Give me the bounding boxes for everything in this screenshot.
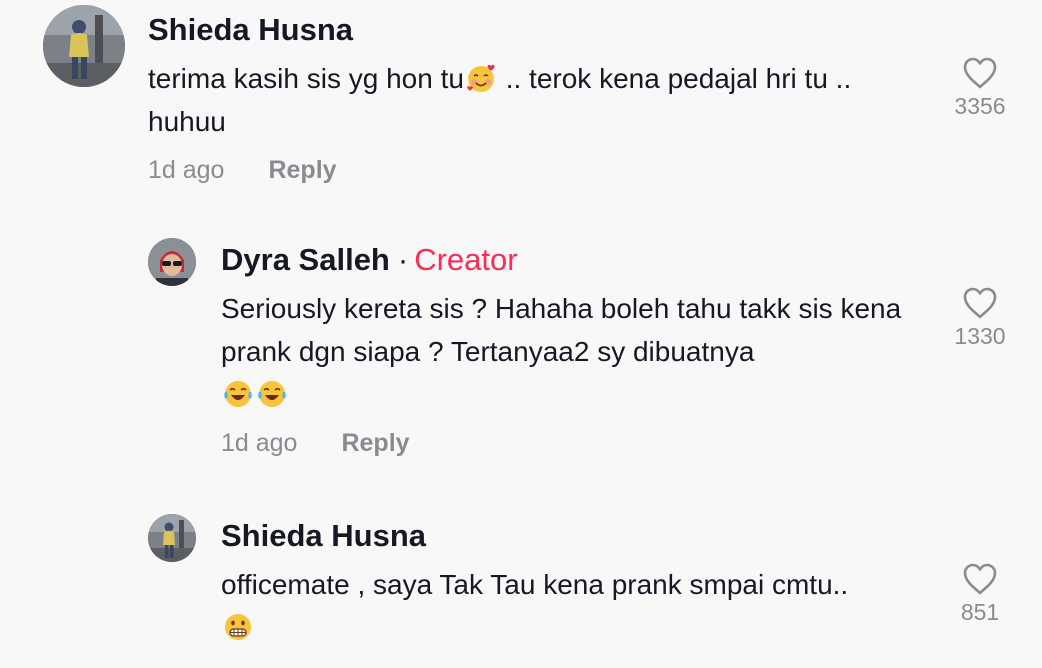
comment-text: officemate , saya Tak Tau kena prank smp… bbox=[221, 563, 931, 649]
creator-username[interactable]: Dyra Salleh bbox=[221, 242, 390, 277]
like-button[interactable]: 3356 bbox=[940, 56, 1020, 120]
avatar[interactable] bbox=[148, 238, 196, 286]
comment-3: Shieda Husna officemate , saya Tak Tau k… bbox=[0, 493, 1042, 668]
user-avatar-photo-icon bbox=[43, 5, 125, 87]
smiling-face-with-hearts-icon bbox=[467, 64, 495, 92]
comment-time: 1d ago bbox=[221, 429, 298, 457]
user-avatar-photo-icon bbox=[148, 238, 196, 286]
comment-username[interactable]: Shieda Husna bbox=[148, 11, 928, 49]
like-button[interactable]: 851 bbox=[940, 562, 1020, 626]
comment-time: 1d ago bbox=[148, 156, 225, 184]
face-with-tears-of-joy-icon bbox=[258, 381, 286, 407]
heart-icon bbox=[963, 287, 997, 319]
user-avatar-photo-icon bbox=[148, 514, 196, 562]
comment-username[interactable]: Shieda Husna bbox=[221, 517, 931, 555]
comment-text-part: officemate , saya Tak Tau kena prank smp… bbox=[221, 569, 849, 600]
face-with-tears-of-joy-icon bbox=[224, 381, 252, 407]
like-button[interactable]: 1330 bbox=[940, 286, 1020, 350]
like-count: 1330 bbox=[954, 323, 1006, 349]
grimacing-face-icon bbox=[225, 614, 251, 640]
avatar[interactable] bbox=[148, 514, 196, 562]
comment-meta: 1d ago Reply bbox=[221, 428, 921, 458]
comment-1: Shieda Husna terima kasih sis yg hon tu … bbox=[0, 0, 1042, 215]
reply-button[interactable]: Reply bbox=[268, 156, 336, 184]
like-count: 3356 bbox=[954, 93, 1006, 119]
avatar[interactable] bbox=[43, 5, 125, 87]
comment-2: Dyra Salleh · Creator Seriously kereta sis… bbox=[0, 215, 1042, 493]
reply-button[interactable]: Reply bbox=[341, 429, 409, 457]
comment-text: Seriously kereta sis ? Hahaha boleh tahu… bbox=[221, 287, 921, 416]
comment-text: terima kasih sis yg hon tu .. terok kena… bbox=[148, 57, 928, 143]
heart-icon bbox=[963, 57, 997, 89]
comment-username: Dyra Salleh · Creator bbox=[221, 241, 921, 279]
comment-text-part: Seriously kereta sis ? Hahaha boleh tahu… bbox=[221, 293, 902, 367]
like-count: 851 bbox=[960, 599, 1000, 625]
comment-text-part: terima kasih sis yg hon tu bbox=[148, 63, 464, 94]
heart-icon bbox=[963, 563, 997, 595]
separator-dot: · bbox=[397, 242, 409, 277]
comment-meta: 1d ago Reply bbox=[148, 155, 928, 185]
creator-badge: Creator bbox=[414, 242, 518, 277]
